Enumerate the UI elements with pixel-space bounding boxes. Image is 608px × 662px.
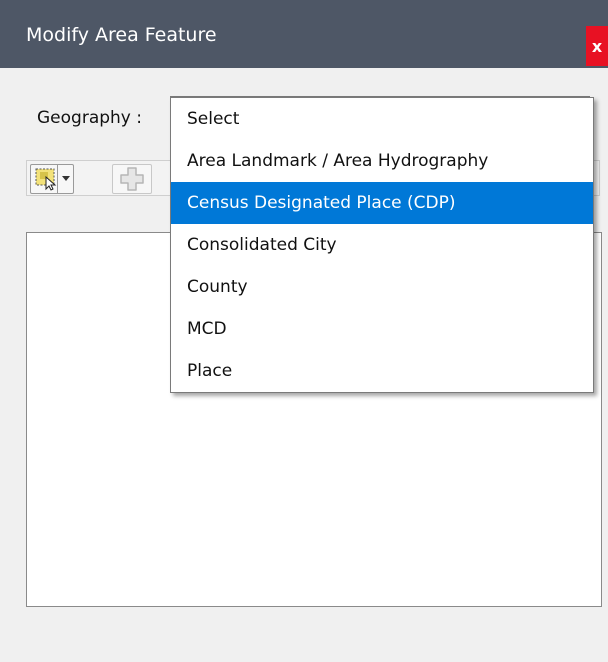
option-area-landmark[interactable]: Area Landmark / Area Hydrography	[171, 140, 593, 182]
option-consolidated-city[interactable]: Consolidated City	[171, 224, 593, 266]
chevron-down-icon	[62, 176, 70, 181]
select-tool-dropdown[interactable]	[57, 165, 73, 193]
option-cdp[interactable]: Census Designated Place (CDP)	[171, 182, 593, 224]
close-button[interactable]: x	[586, 26, 608, 66]
add-button[interactable]	[112, 164, 152, 194]
geography-label: Geography :	[37, 108, 142, 128]
add-icon	[120, 167, 144, 191]
title-bar: Modify Area Feature x	[0, 0, 608, 68]
option-select[interactable]: Select	[171, 98, 593, 140]
option-county[interactable]: County	[171, 266, 593, 308]
geography-dropdown-list[interactable]: Select Area Landmark / Area Hydrography …	[170, 97, 594, 393]
select-feature-icon	[35, 168, 57, 191]
select-feature-button[interactable]	[30, 164, 74, 194]
option-place[interactable]: Place	[171, 350, 593, 392]
option-mcd[interactable]: MCD	[171, 308, 593, 350]
window-title: Modify Area Feature	[26, 24, 217, 46]
